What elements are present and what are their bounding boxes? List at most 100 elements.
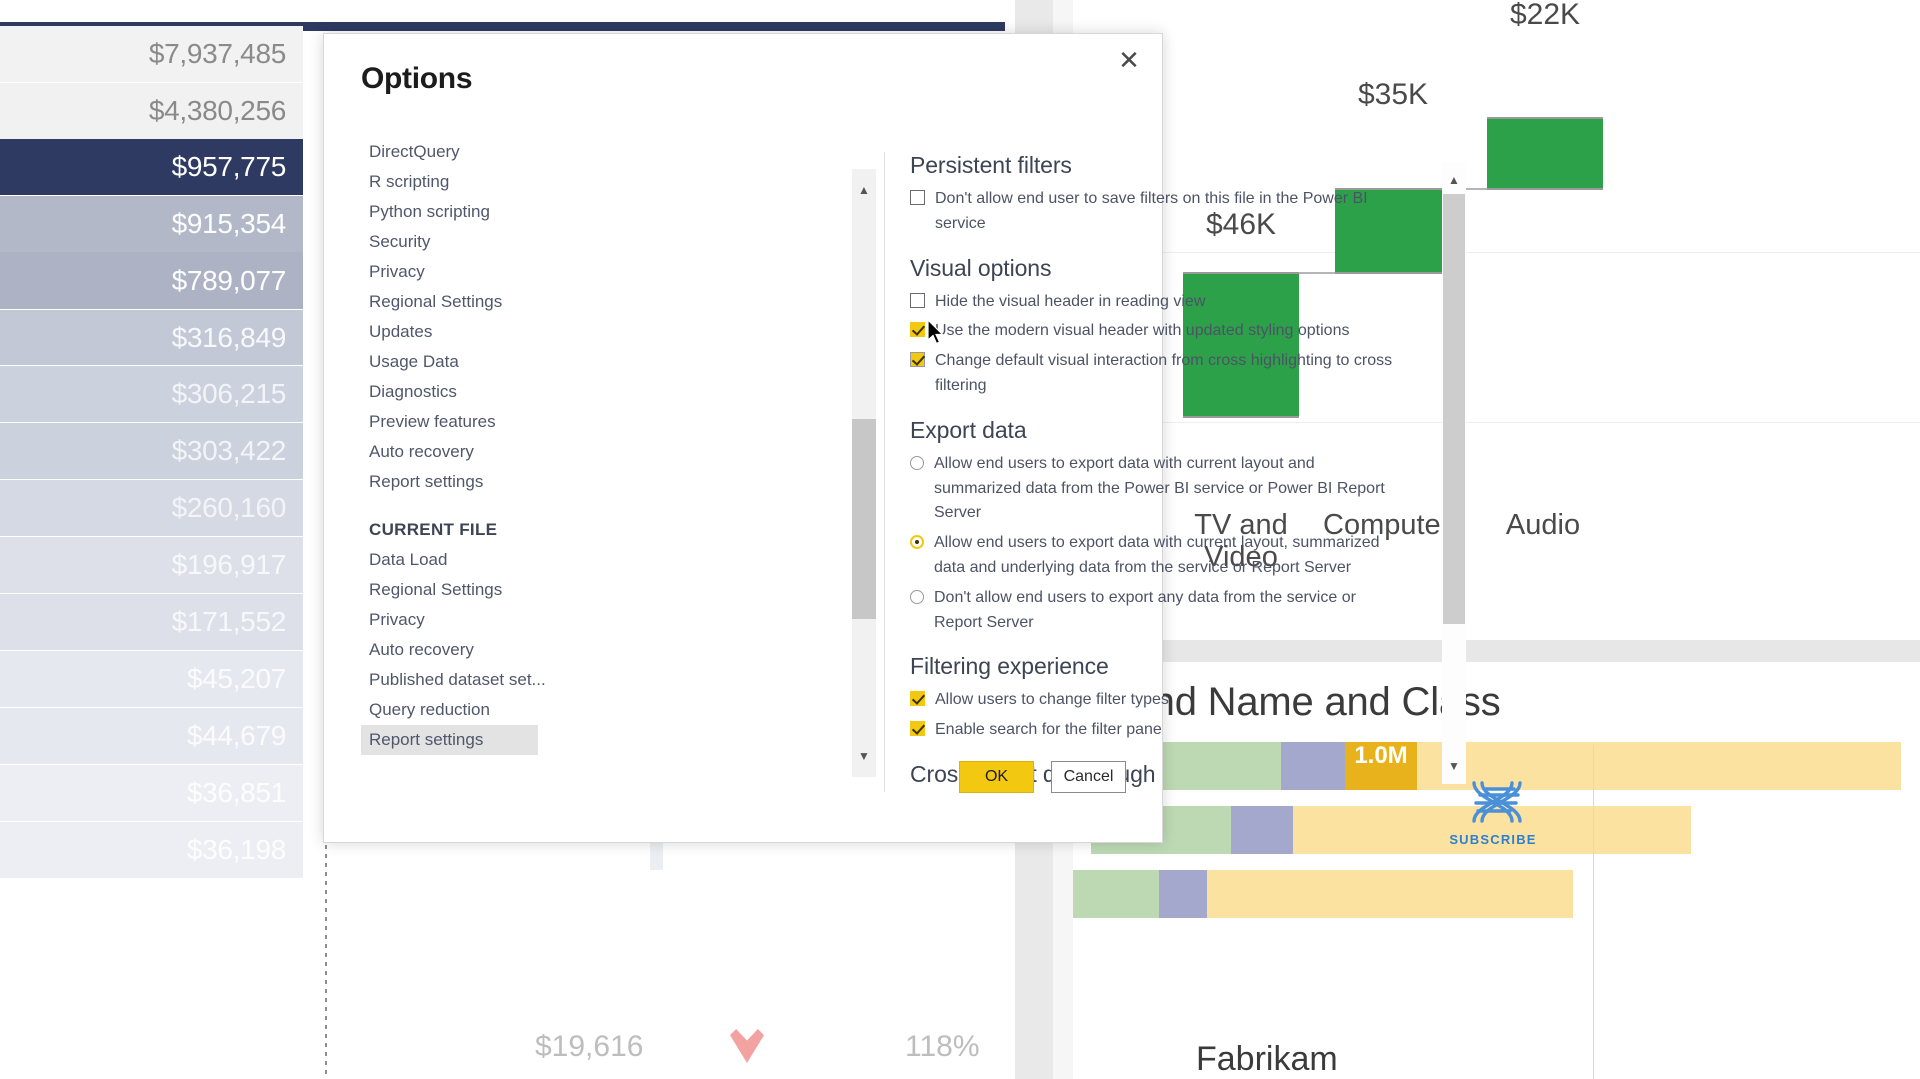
nav-item-preview-features[interactable]: Preview features — [361, 407, 538, 437]
matrix-value: $316,849 — [171, 321, 287, 353]
options-section: Export data Allow end users to export dat… — [910, 417, 1440, 636]
waterfall-bar[interactable] — [1487, 117, 1603, 190]
radio-button[interactable] — [910, 535, 924, 550]
checkbox[interactable] — [910, 721, 925, 737]
radio-button[interactable] — [910, 589, 924, 604]
checkbox-option-row[interactable]: Use the modern visual header with update… — [910, 319, 1440, 344]
option-label[interactable]: Allow end users to export data with curr… — [924, 531, 1394, 581]
nav-item-published-dataset-set[interactable]: Published dataset set... — [361, 665, 546, 695]
matrix-row[interactable]: $306,215 — [0, 366, 303, 422]
nav-item-updates[interactable]: Updates — [361, 317, 538, 347]
checkbox-option-row[interactable]: Don't allow end user to save filters on … — [910, 187, 1440, 237]
close-icon[interactable]: ✕ — [1106, 40, 1152, 80]
options-content-pane[interactable]: Persistent filters Don't allow end user t… — [910, 152, 1440, 792]
matrix-row[interactable]: $4,380,256 — [0, 83, 303, 139]
stacked-bar-row[interactable] — [1073, 870, 1573, 918]
nav-item-report-settings[interactable]: Report settings — [361, 725, 538, 755]
checkbox-option-row[interactable]: Change default visual interaction from c… — [910, 349, 1440, 399]
option-label[interactable]: Use the modern visual header with update… — [925, 319, 1349, 344]
nav-scrollbar-thumb[interactable] — [852, 419, 876, 619]
chevron-up-icon[interactable]: ▲ — [1442, 168, 1466, 192]
bar-segment-economy[interactable] — [1231, 806, 1293, 854]
matrix-value: $36,198 — [186, 834, 286, 865]
option-label[interactable]: Allow users to change filter types — [925, 688, 1169, 713]
waterfall-category-label: Audio — [1505, 509, 1581, 541]
options-dialog[interactable]: ✕ Options DirectQuery R scripting Python s… — [323, 33, 1466, 843]
radio-option-row[interactable]: Don't allow end users to export any data… — [910, 586, 1440, 636]
stacked-bar-row[interactable] — [1091, 806, 1691, 854]
bar-segment-economy[interactable] — [1159, 870, 1207, 918]
radio-option-row[interactable]: Allow end users to export data with curr… — [910, 452, 1440, 526]
checkbox[interactable] — [910, 352, 925, 368]
nav-item-privacy[interactable]: Privacy — [361, 257, 538, 287]
cancel-button[interactable]: Cancel — [1051, 761, 1126, 793]
option-label[interactable]: Allow end users to export data with curr… — [924, 452, 1394, 526]
bar-segment-regular[interactable] — [1207, 870, 1573, 918]
option-label[interactable]: Hide the visual header in reading view — [925, 290, 1205, 315]
matrix-value: $45,207 — [186, 663, 286, 694]
radio-button[interactable] — [910, 455, 924, 470]
content-scrollbar-thumb[interactable] — [1443, 194, 1465, 624]
bottom-value: $19,616 — [535, 1030, 644, 1063]
matrix-row[interactable]: $316,849 — [0, 310, 303, 365]
matrix-row[interactable]: $45,207 — [0, 651, 303, 707]
options-section: Filtering experience Allow users to chang… — [910, 653, 1440, 743]
options-nav-list[interactable]: DirectQuery R scripting Python scripting Se… — [361, 137, 546, 777]
chevron-down-icon[interactable]: ▼ — [1442, 754, 1466, 778]
section-title: Persistent filters — [910, 152, 1072, 178]
nav-item-diagnostics[interactable]: Diagnostics — [361, 377, 538, 407]
nav-item-auto-recovery[interactable]: Auto recovery — [361, 437, 538, 467]
nav-scrollbar[interactable]: ▲ ▼ — [852, 169, 876, 777]
matrix-row[interactable]: $303,422 — [0, 423, 303, 479]
matrix-row[interactable]: $957,775 — [0, 139, 303, 195]
nav-item-report-settings[interactable]: Report settings — [361, 467, 538, 497]
matrix-row[interactable]: $7,937,485 — [0, 26, 303, 82]
checkbox-option-row[interactable]: Enable search for the filter pane — [910, 718, 1440, 743]
radio-option-row[interactable]: Allow end users to export data with curr… — [910, 531, 1440, 581]
nav-item-regional-settings[interactable]: Regional Settings — [361, 575, 538, 605]
option-label[interactable]: Change default visual interaction from c… — [925, 349, 1395, 399]
matrix-visual[interactable]: $7,937,485 $4,380,256 $957,775 $915,354 $789… — [0, 0, 1005, 1079]
checkbox[interactable] — [910, 691, 925, 707]
options-section: Persistent filters Don't allow end user t… — [910, 152, 1440, 237]
matrix-row[interactable]: $36,851 — [0, 765, 303, 821]
bar-segment-deluxe[interactable] — [1073, 870, 1159, 918]
nav-content-divider — [884, 152, 885, 792]
checkbox[interactable] — [910, 322, 925, 338]
checkbox[interactable] — [910, 190, 925, 205]
option-label[interactable]: Don't allow end user to save filters on … — [925, 187, 1395, 237]
checkbox-option-row[interactable]: Hide the visual header in reading view — [910, 290, 1440, 315]
matrix-value: $7,937,485 — [148, 38, 286, 69]
matrix-row[interactable]: $196,917 — [0, 537, 303, 593]
chevron-up-icon[interactable]: ▲ — [852, 178, 876, 202]
matrix-row[interactable]: $36,198 — [0, 822, 303, 878]
nav-item-r-scripting[interactable]: R scripting — [361, 167, 538, 197]
matrix-row[interactable]: $260,160 — [0, 480, 303, 536]
chevron-down-icon[interactable]: ▼ — [852, 744, 876, 768]
nav-item-usage-data[interactable]: Usage Data — [361, 347, 538, 377]
matrix-row[interactable]: $915,354 — [0, 196, 303, 252]
matrix-row[interactable]: $789,077 — [0, 252, 303, 309]
matrix-value: $957,775 — [171, 151, 287, 182]
option-label[interactable]: Enable search for the filter pane — [925, 718, 1162, 743]
checkbox[interactable] — [910, 292, 925, 308]
matrix-row[interactable]: $44,679 — [0, 708, 303, 764]
nav-item-query-reduction[interactable]: Query reduction — [361, 695, 538, 725]
section-title: Export data — [910, 416, 1027, 443]
matrix-value: $915,354 — [171, 208, 287, 239]
option-label[interactable]: Don't allow end users to export any data… — [924, 586, 1394, 636]
nav-item-privacy[interactable]: Privacy — [361, 605, 538, 635]
nav-item-auto-recovery[interactable]: Auto recovery — [361, 635, 538, 665]
nav-item-security[interactable]: Security — [361, 227, 538, 257]
matrix-value: $789,077 — [171, 264, 287, 296]
matrix-row[interactable]: $171,552 — [0, 594, 303, 650]
nav-item-python-scripting[interactable]: Python scripting — [361, 197, 538, 227]
nav-item-regional-settings[interactable]: Regional Settings — [361, 287, 538, 317]
nav-item-data-load[interactable]: Data Load — [361, 545, 538, 575]
checkbox-option-row[interactable]: Allow users to change filter types — [910, 688, 1440, 713]
chart-axis-line — [1593, 745, 1594, 1079]
nav-item-directquery[interactable]: DirectQuery — [361, 137, 538, 167]
content-scrollbar[interactable]: ▲ ▼ — [1442, 162, 1466, 784]
waterfall-value-label: $35K — [1357, 78, 1429, 111]
ok-button[interactable]: OK — [959, 761, 1034, 793]
